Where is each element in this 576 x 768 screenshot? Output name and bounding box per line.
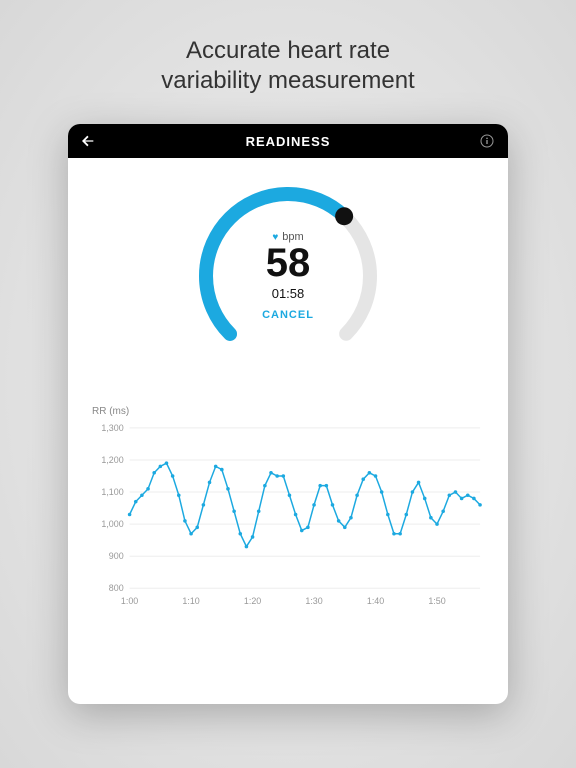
- svg-text:900: 900: [109, 551, 124, 561]
- svg-text:1,100: 1,100: [101, 487, 123, 497]
- device-frame: READINESS ♥ bpm 58 01:58 CANCEL RR (ms: [68, 124, 508, 704]
- svg-text:1:30: 1:30: [305, 596, 322, 606]
- promo-line2: variability measurement: [161, 67, 414, 94]
- progress-gauge: ♥ bpm 58 01:58 CANCEL: [188, 176, 388, 376]
- promo-title: Accurate heart rate variability measurem…: [161, 36, 414, 96]
- svg-text:1,000: 1,000: [101, 519, 123, 529]
- svg-text:1:10: 1:10: [182, 596, 199, 606]
- rr-line-chart: 800 900 1,000 1,100 1,200 1,300 1:00 1:10 1:20 1:…: [90, 421, 486, 611]
- gauge-area: ♥ bpm 58 01:58 CANCEL: [68, 158, 508, 376]
- chart-y-axis-label: RR (ms): [92, 406, 486, 417]
- svg-text:1:40: 1:40: [367, 596, 384, 606]
- chart-area: RR (ms) 800 900 1,000 1,100 1,200 1,300 1:00 1:…: [68, 376, 508, 704]
- svg-text:1,300: 1,300: [101, 423, 123, 433]
- page-title: READINESS: [246, 134, 331, 149]
- svg-text:1:20: 1:20: [244, 596, 261, 606]
- cancel-button[interactable]: CANCEL: [262, 309, 314, 321]
- svg-text:1,200: 1,200: [101, 455, 123, 465]
- info-button[interactable]: [478, 132, 496, 150]
- svg-text:800: 800: [109, 583, 124, 593]
- svg-text:1:50: 1:50: [428, 596, 445, 606]
- promo-line1: Accurate heart rate: [186, 37, 390, 64]
- elapsed-timer: 01:58: [272, 286, 305, 301]
- bpm-value: 58: [266, 241, 311, 286]
- app-header: READINESS: [68, 124, 508, 158]
- gauge-center: ♥ bpm 58 01:58 CANCEL: [188, 176, 388, 376]
- back-button[interactable]: [80, 132, 98, 150]
- svg-text:1:00: 1:00: [121, 596, 138, 606]
